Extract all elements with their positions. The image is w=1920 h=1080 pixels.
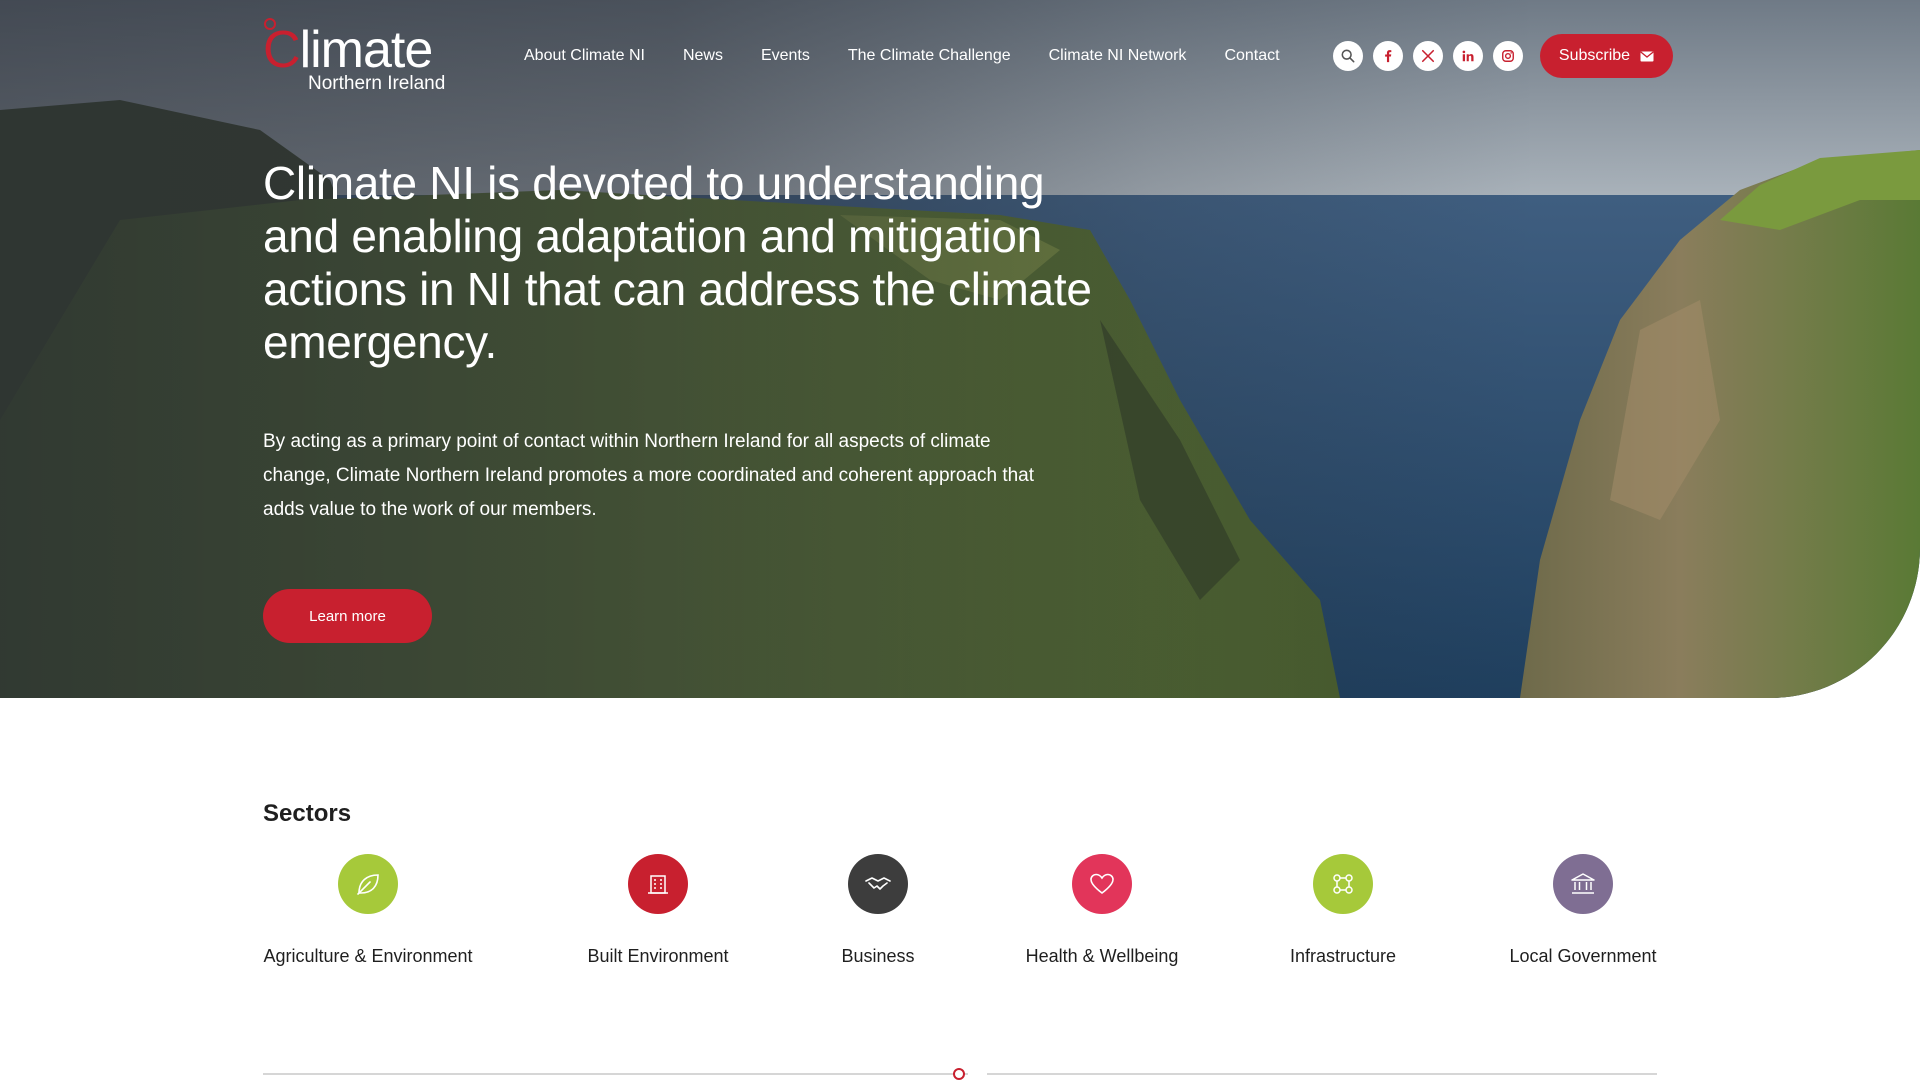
instagram-icon[interactable] [1493, 41, 1523, 71]
nav-events[interactable]: Events [761, 44, 810, 68]
sector-icon-circle [1553, 854, 1613, 914]
header-icons [1333, 41, 1533, 71]
subscribe-label: Subscribe [1558, 47, 1631, 64]
sector-infrastructure[interactable]: Infrastructure [1213, 854, 1473, 974]
nav-news[interactable]: News [683, 44, 723, 68]
x-icon[interactable] [1413, 41, 1443, 71]
sector-icon-circle [1072, 854, 1132, 914]
bank-icon [1571, 873, 1595, 894]
sector-label: Infrastructure [1289, 946, 1397, 966]
envelope-icon [1640, 50, 1654, 61]
sector-icon-circle [338, 854, 398, 914]
heart-icon [1090, 873, 1114, 895]
nav-network[interactable]: Climate NI Network [1049, 44, 1187, 68]
hero-headline: Climate NI is devoted to understanding a… [263, 157, 1092, 368]
sector-icon-circle [848, 854, 908, 914]
learn-more-button[interactable]: Learn more [263, 589, 432, 643]
logo-subtitle: Northern Ireland [308, 73, 446, 94]
sector-icon-circle [628, 854, 688, 914]
nav-about[interactable]: About Climate NI [524, 44, 645, 68]
sector-icon-circle [1313, 854, 1373, 914]
subscribe-button[interactable]: Subscribe [1540, 34, 1673, 78]
sector-agriculture-environment[interactable]: Agriculture & Environment [238, 854, 498, 974]
sector-label: Health & Wellbeing [1025, 946, 1179, 966]
sector-business[interactable]: Business [748, 854, 1008, 974]
site-logo[interactable]: Climate Northern Ireland [263, 18, 463, 98]
section-divider-right [987, 1073, 1657, 1075]
handshake-icon [865, 877, 891, 890]
sector-label: Local Government [1509, 946, 1657, 966]
sectors-heading: Sectors [263, 800, 352, 827]
leaf-icon [357, 874, 379, 895]
section-divider-left [263, 1073, 968, 1075]
linkedin-icon[interactable] [1453, 41, 1483, 71]
search-icon[interactable] [1333, 41, 1363, 71]
network-icon [1333, 874, 1353, 894]
logo-wordmark: Climate [263, 21, 434, 79]
logo-wordmark-rest: limate [299, 21, 434, 79]
main-nav: About Climate NI News Events The Climate… [524, 44, 1318, 68]
sector-health-wellbeing[interactable]: Health & Wellbeing [972, 854, 1232, 974]
hero-lead-text: By acting as a primary point of contact … [263, 431, 1035, 520]
nav-climate-challenge[interactable]: The Climate Challenge [848, 44, 1011, 68]
sector-label: Business [841, 946, 915, 966]
divider-dot-icon [953, 1068, 965, 1080]
sector-local-government[interactable]: Local Government [1453, 854, 1713, 974]
building-icon [648, 875, 668, 894]
sector-label: Agriculture & Environment [263, 946, 473, 966]
facebook-icon[interactable] [1373, 41, 1403, 71]
nav-contact[interactable]: Contact [1224, 44, 1279, 68]
logo-wordmark-initial: C [263, 21, 301, 79]
